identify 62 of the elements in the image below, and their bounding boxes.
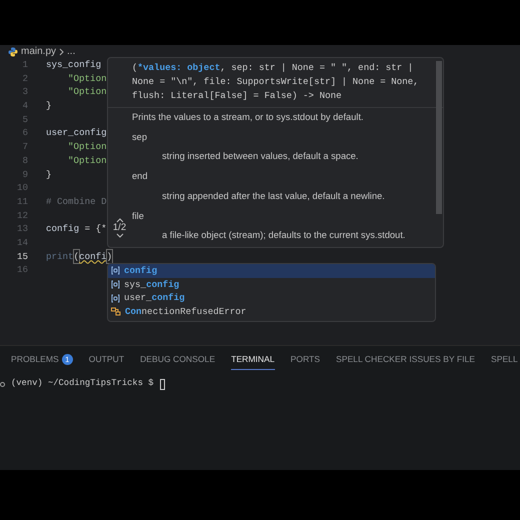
variable-icon: [111, 294, 120, 303]
code-line: # Combine D: [46, 194, 107, 209]
chevron-right-icon: [59, 48, 64, 56]
line-number: 12: [16, 208, 28, 222]
code-line: user_config: [46, 126, 107, 140]
line-number: 16: [16, 263, 28, 277]
line-number: 7: [21, 140, 28, 154]
param-name: sep: [132, 130, 148, 144]
line-number: 2: [21, 72, 28, 86]
line-number: 15: [16, 250, 28, 264]
line-number: 8: [21, 154, 28, 168]
line-number: 11: [16, 194, 28, 209]
param-description: string appended after the last value, default a newline.: [161, 190, 386, 203]
code-line: "Option: [67, 72, 107, 86]
python-file-icon: [8, 46, 18, 56]
variable-icon: [111, 266, 120, 276]
chevron-down-icon[interactable]: [116, 233, 124, 238]
line-number: 4: [21, 99, 28, 113]
suggestion-item[interactable]: ConnectionRefusedError: [108, 305, 435, 319]
scrollbar-thumb[interactable]: [436, 61, 442, 214]
overload-counter: 1/2: [112, 223, 126, 233]
panel-tab[interactable]: TERMINAL: [231, 350, 275, 370]
param-name: file: [132, 210, 145, 223]
panel-tab[interactable]: SPELL: [490, 350, 518, 370]
code-line: sys_config: [46, 58, 102, 72]
param-name: end: [132, 170, 149, 184]
breadcrumb-item[interactable]: main.py: [21, 44, 56, 59]
code-line: "Option: [67, 154, 107, 168]
line-number: 9: [21, 168, 28, 182]
line-number: 3: [21, 85, 28, 100]
variable-icon: [111, 280, 120, 290]
terminal-cursor: [160, 378, 165, 390]
param-description: string inserted between values, default a space.: [161, 150, 360, 164]
line-number: 5: [21, 112, 28, 126]
breadcrumb-item[interactable]: ...: [67, 44, 76, 59]
code-line: }: [46, 168, 52, 182]
suggestion-item[interactable]: sys_config: [108, 278, 435, 292]
panel-tab[interactable]: DEBUG CONSOLE: [140, 350, 216, 370]
code-line: "Option: [67, 85, 107, 100]
suggestion-item[interactable]: user_config: [108, 291, 435, 306]
panel-tab[interactable]: PORTS: [290, 350, 320, 370]
line-number: 14: [16, 236, 28, 250]
line-number: 13: [16, 222, 28, 236]
signature-line: (*values: object, sep: str | None = " ", end: str |: [132, 61, 414, 75]
circle-icon: [0, 382, 5, 386]
line-number: 6: [21, 126, 28, 140]
doc-summary: Prints the values to a stream, or to sys.stdout by default.: [132, 111, 365, 124]
chevron-up-icon[interactable]: [116, 218, 124, 223]
param-description: a file-like object (stream); defaults to the current sys.stdout.: [161, 229, 406, 242]
suggestion-item[interactable]: config: [108, 264, 435, 278]
code-line: config = {*: [46, 222, 107, 236]
line-number: 1: [21, 58, 28, 72]
panel-tab[interactable]: SPELL CHECKER ISSUES BY FILE: [336, 350, 475, 370]
signature-line: flush: Literal[False] = False) -> None: [132, 89, 343, 103]
panel-tab[interactable]: OUTPUT: [88, 350, 124, 370]
class-icon: [111, 307, 121, 316]
signature-line: None = "\n", file: SupportsWrite[str] | None = None,: [132, 75, 420, 89]
line-number: 10: [16, 181, 28, 195]
code-line: }: [46, 99, 52, 113]
terminal-prompt: (venv) ~/CodingTipsTricks $: [11, 377, 154, 390]
code-line: "Option: [67, 140, 107, 154]
code-line: print(confi): [46, 250, 112, 264]
